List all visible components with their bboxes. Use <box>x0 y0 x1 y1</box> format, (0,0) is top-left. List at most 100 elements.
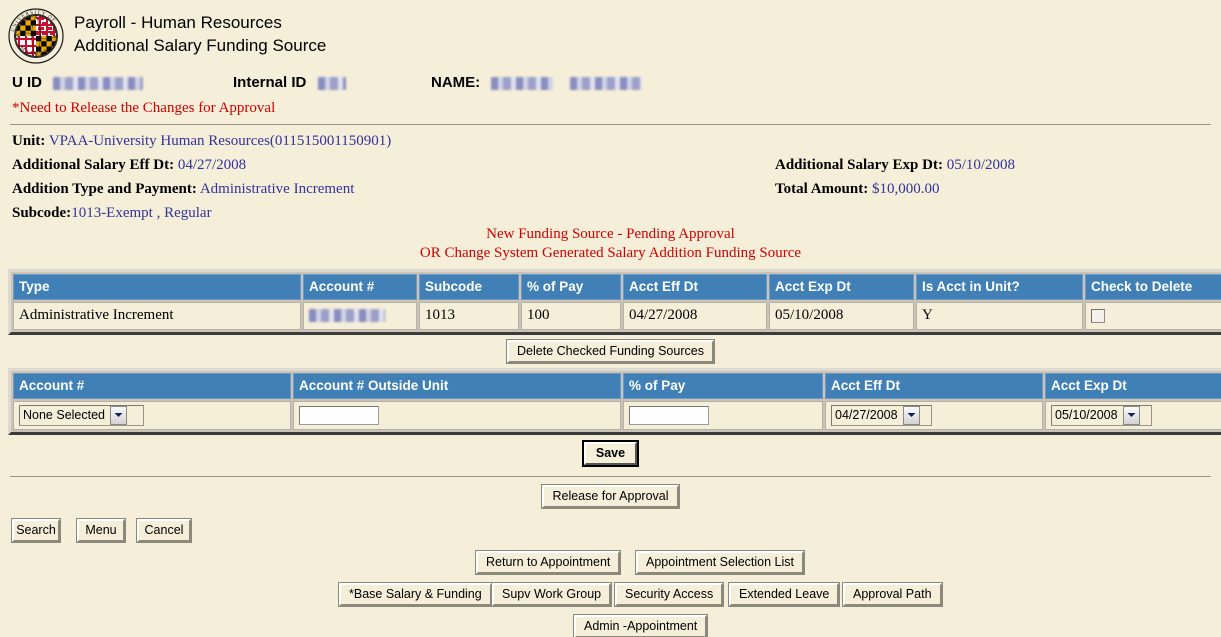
table-row: None Selected 04/27/2008 05/10/2008 <box>13 400 1221 430</box>
addition-type-line: Addition Type and Payment: Administrativ… <box>12 181 355 197</box>
page-title: Payroll - Human Resources Additional Sal… <box>74 8 326 58</box>
cell-is-acct-in-unit: Y <box>916 301 1083 330</box>
subcode-value: 1013-Exempt , Regular <box>71 205 212 221</box>
security-access-button[interactable]: Security Access <box>613 581 725 607</box>
addition-type-value: Administrative Increment <box>199 181 355 197</box>
col-new-pct-of-pay: % of Pay <box>623 372 823 399</box>
new-funding-source-table: Account # Account # Outside Unit % of Pa… <box>8 367 1221 435</box>
account-select-value: None Selected <box>23 408 106 422</box>
salary-exp-dt-line: Additional Salary Exp Dt: 05/10/2008 <box>775 157 1016 173</box>
salary-eff-dt-line: Additional Salary Eff Dt: 04/27/2008 <box>12 157 247 173</box>
delete-checked-funding-sources-button[interactable]: Delete Checked Funding Sources <box>506 338 715 364</box>
unit-line: Unit: VPAA-University Human Resources(01… <box>12 133 392 149</box>
cancel-button[interactable]: Cancel <box>136 517 192 543</box>
chevron-down-icon <box>902 405 920 425</box>
col-is-acct-in-unit: Is Acct in Unit? <box>916 273 1083 300</box>
save-button[interactable]: Save <box>581 439 640 467</box>
acct-eff-dt-select[interactable]: 04/27/2008 <box>831 404 932 426</box>
cell-acct-eff-dt: 04/27/2008 <box>623 301 767 330</box>
menu-button[interactable]: Menu <box>76 517 126 543</box>
appointment-selection-list-button[interactable]: Appointment Selection List <box>634 549 806 575</box>
total-amount-line: Total Amount: $10,000.00 <box>775 181 940 197</box>
col-new-account: Account # <box>13 372 291 399</box>
release-for-approval-button[interactable]: Release for Approval <box>541 483 680 509</box>
release-button-row: Release for Approval <box>0 483 1221 509</box>
delete-button-row: Delete Checked Funding Sources <box>0 338 1221 364</box>
page-subtitle: Additional Salary Funding Source <box>74 35 327 55</box>
salary-eff-dt-value: 04/27/2008 <box>177 157 247 173</box>
account-outside-unit-input[interactable] <box>299 405 379 425</box>
col-acct-exp-dt: Acct Exp Dt <box>769 273 914 300</box>
col-new-acct-exp-dt: Acct Exp Dt <box>1045 372 1221 399</box>
existing-funding-sources-table: Type Account # Subcode % of Pay Acct Eff… <box>8 268 1221 335</box>
name-first-redacted <box>491 76 554 90</box>
acct-exp-dt-value: 05/10/2008 <box>1055 408 1118 422</box>
save-button-row: Save <box>0 439 1221 467</box>
cell-type: Administrative Increment <box>13 301 301 330</box>
table-row: Administrative Increment 1013 100 04/27/… <box>13 301 1221 330</box>
notice-line-1: New Funding Source - Pending Approval <box>486 226 735 242</box>
account-value-redacted <box>309 309 385 323</box>
release-warning-text: *Need to Release the Changes for Approva… <box>12 100 276 116</box>
cell-account <box>303 301 417 330</box>
new-funding-source-section: Account # Account # Outside Unit % of Pa… <box>8 367 1221 435</box>
delete-row-checkbox[interactable] <box>1091 308 1105 323</box>
name-label: NAME: <box>431 74 642 91</box>
uid-label: U ID <box>12 74 144 91</box>
cell-new-pct-of-pay <box>623 400 823 430</box>
internal-id-value-redacted <box>317 76 346 90</box>
internal-id-label: Internal ID <box>233 74 346 91</box>
identity-row: U ID Internal ID NAME: <box>12 74 1221 98</box>
notice-line-2: OR Change System Generated Salary Additi… <box>419 244 802 261</box>
table-header-row: Type Account # Subcode % of Pay Acct Eff… <box>13 273 1221 300</box>
chevron-down-icon <box>1122 405 1140 425</box>
col-account: Account # <box>303 273 417 300</box>
col-type: Type <box>13 273 301 300</box>
cell-pct-of-pay: 100 <box>521 301 621 330</box>
existing-funding-sources-section: Type Account # Subcode % of Pay Acct Eff… <box>8 268 1221 335</box>
cell-new-account-outside-unit <box>293 400 621 430</box>
search-button[interactable]: Search <box>11 517 61 543</box>
header-divider <box>10 124 1211 125</box>
acct-exp-dt-select[interactable]: 05/10/2008 <box>1051 404 1152 426</box>
pending-approval-notice: New Funding Source - Pending Approval OR… <box>0 225 1221 263</box>
supv-work-group-button[interactable]: Supv Work Group <box>490 581 613 607</box>
svg-text:56: 56 <box>53 34 57 39</box>
col-check-to-delete: Check to Delete <box>1085 273 1221 300</box>
return-to-appointment-button[interactable]: Return to Appointment <box>474 549 622 575</box>
col-subcode: Subcode <box>419 273 519 300</box>
cell-acct-exp-dt: 05/10/2008 <box>769 301 914 330</box>
col-pct-of-pay: % of Pay <box>521 273 621 300</box>
approval-path-button[interactable]: Approval Path <box>842 581 943 607</box>
account-select[interactable]: None Selected <box>19 404 144 426</box>
col-new-acct-eff-dt: Acct Eff Dt <box>825 372 1043 399</box>
pct-of-pay-input[interactable] <box>629 405 709 425</box>
navigation-button-area: Search Menu Cancel Return to Appointment… <box>0 517 1221 637</box>
extended-leave-button[interactable]: Extended Leave <box>727 581 841 607</box>
appointment-info: Unit: VPAA-University Human Resources(01… <box>0 133 1221 223</box>
svg-text:18: 18 <box>15 34 19 39</box>
uid-value-redacted <box>53 76 144 90</box>
col-new-account-outside-unit: Account # Outside Unit <box>293 372 621 399</box>
base-salary-and-funding-button[interactable]: *Base Salary & Funding <box>338 581 493 607</box>
page-header: UNIVERSITY OF MARYLAND 18 56 Payroll - H… <box>0 0 1221 64</box>
app-title: Payroll - Human Resources <box>74 13 282 32</box>
cell-new-acct-exp-dt: 05/10/2008 <box>1045 400 1221 430</box>
unit-value: VPAA-University Human Resources(01151500… <box>48 133 392 149</box>
total-amount-value: $10,000.00 <box>871 181 940 197</box>
col-acct-eff-dt: Acct Eff Dt <box>623 273 767 300</box>
page-root: UNIVERSITY OF MARYLAND 18 56 Payroll - H… <box>0 0 1221 637</box>
subcode-line: Subcode:1013-Exempt , Regular <box>12 205 212 221</box>
cell-check-to-delete <box>1085 301 1221 330</box>
name-last-redacted <box>569 76 642 90</box>
cell-subcode: 1013 <box>419 301 519 330</box>
salary-exp-dt-value: 05/10/2008 <box>946 157 1016 173</box>
cell-new-acct-eff-dt: 04/27/2008 <box>825 400 1043 430</box>
cell-new-account: None Selected <box>13 400 291 430</box>
acct-eff-dt-value: 04/27/2008 <box>835 408 898 422</box>
university-of-maryland-seal-icon: UNIVERSITY OF MARYLAND 18 56 <box>8 8 64 64</box>
admin-appointment-button[interactable]: Admin -Appointment <box>572 613 709 637</box>
table-header-row: Account # Account # Outside Unit % of Pa… <box>13 372 1221 399</box>
chevron-down-icon <box>110 405 128 425</box>
actions-divider <box>10 475 1211 477</box>
